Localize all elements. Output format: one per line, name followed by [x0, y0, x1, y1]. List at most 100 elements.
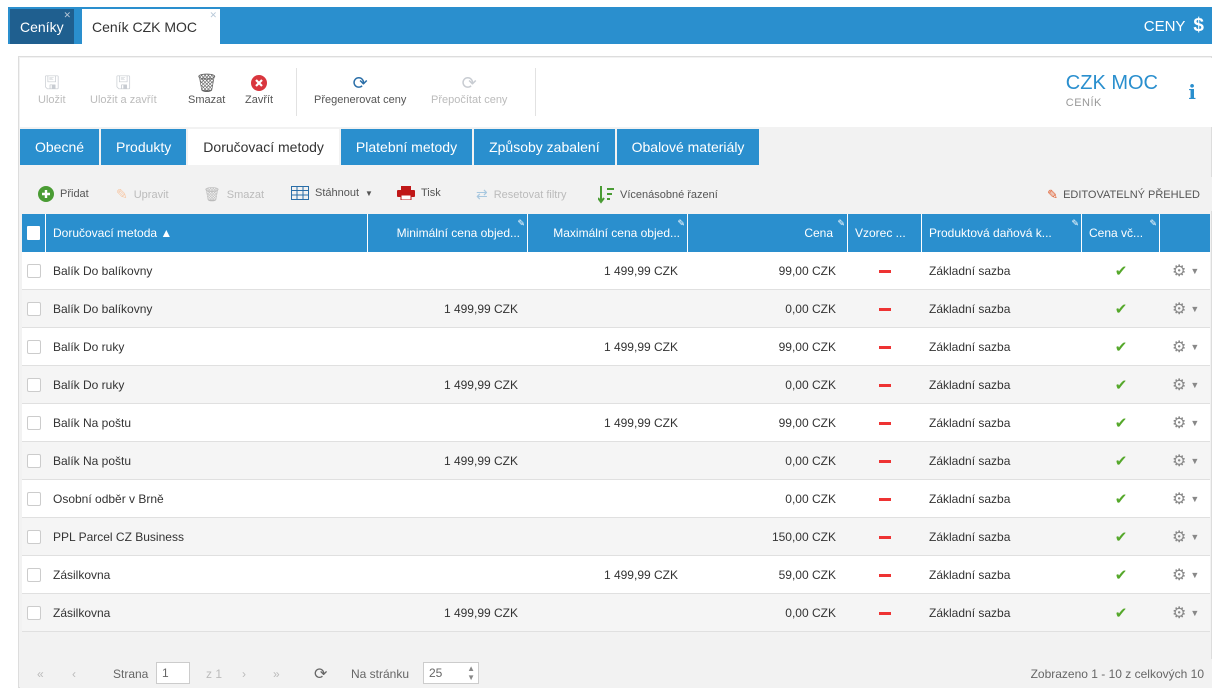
- caret-down-icon: ▼: [1190, 608, 1200, 618]
- tab-payment-methods[interactable]: Platební metody: [340, 129, 473, 165]
- regenerate-prices-button[interactable]: ⟳ Přegenerovat ceny: [314, 72, 406, 106]
- tab-products[interactable]: Produkty: [101, 129, 187, 165]
- table-row[interactable]: Balík Na poštu 1 499,99 CZK 99,00 CZK Zákla…: [22, 404, 1210, 442]
- column-header-min-order-price[interactable]: Minimální cena objed... ✎: [368, 214, 528, 252]
- cell-delivery-method: Balík Do ruky: [53, 340, 125, 354]
- table-row[interactable]: Osobní odběr v Brně 0,00 CZK Základní sazb…: [22, 480, 1210, 518]
- column-header-price-incl-vat[interactable]: Cena vč... ✎: [1082, 214, 1160, 252]
- cell-tax-category: Základní sazba: [929, 302, 1011, 316]
- cell-price: 0,00 CZK: [785, 492, 836, 506]
- close-icon[interactable]: ✕: [63, 10, 71, 21]
- cell-max-order-price: [528, 594, 688, 632]
- pencil-icon: ✎: [677, 218, 685, 228]
- tab-general[interactable]: Obecné: [20, 129, 100, 165]
- delete-button[interactable]: 🗑 Smazat: [203, 186, 264, 203]
- close-button[interactable]: Zavřít: [245, 72, 273, 106]
- record-title: CZK MOC CENÍK: [1066, 72, 1158, 109]
- table-row[interactable]: Zásilkovna 1 499,99 CZK 59,00 CZK Základní …: [22, 556, 1210, 594]
- row-checkbox[interactable]: [22, 366, 46, 404]
- save-and-close-button[interactable]: 🖫 Uložit a zavřít: [90, 72, 157, 106]
- gear-icon: ⚙: [1172, 491, 1187, 508]
- pencil-icon: ✎: [1071, 218, 1079, 228]
- cell-formula: [848, 518, 922, 556]
- tab-price-list-czk-moc[interactable]: Ceník CZK MOC ✕: [82, 9, 220, 44]
- info-icon[interactable]: i: [1188, 80, 1196, 104]
- cell-max-order-price: [528, 480, 688, 518]
- row-checkbox[interactable]: [22, 290, 46, 328]
- cell-tax-category: Základní sazba: [929, 492, 1011, 506]
- tab-price-lists[interactable]: Ceníky ✕: [10, 9, 74, 44]
- page-input[interactable]: 1: [156, 662, 190, 684]
- column-header-tax-category[interactable]: Produktová daňová k... ✎: [922, 214, 1082, 252]
- tab-packaging-methods[interactable]: Způsoby zabalení: [474, 129, 615, 165]
- row-actions-button[interactable]: ⚙ ▼: [1160, 480, 1210, 518]
- cell-formula: [848, 366, 922, 404]
- row-actions-button[interactable]: ⚙ ▼: [1160, 556, 1210, 594]
- column-header-formula[interactable]: Vzorec ...: [848, 214, 922, 252]
- row-checkbox[interactable]: [22, 252, 46, 290]
- editable-view-link[interactable]: ✎ EDITOVATELNÝ PŘEHLED: [1047, 187, 1200, 203]
- column-header-price[interactable]: Cena ✎: [688, 214, 848, 252]
- row-checkbox[interactable]: [22, 404, 46, 442]
- cell-formula: [848, 442, 922, 480]
- spinner-arrows-icon[interactable]: ▲ ▼: [467, 664, 475, 682]
- row-checkbox[interactable]: [22, 328, 46, 366]
- cell-min-order-price: 1 499,99 CZK: [443, 302, 518, 316]
- cell-delivery-method: Osobní odběr v Brně: [53, 492, 164, 506]
- table-row[interactable]: Balík Do balíkovny 1 499,99 CZK 0,00 CZK Zá…: [22, 290, 1210, 328]
- caret-down-icon: ▼: [1190, 342, 1200, 352]
- cell-price-incl-vat: ✔: [1082, 290, 1160, 328]
- table-row[interactable]: Balík Do ruky 1 499,99 CZK 0,00 CZK Základn…: [22, 366, 1210, 404]
- table-row[interactable]: Balík Do balíkovny 1 499,99 CZK 99,00 CZK Z…: [22, 252, 1210, 290]
- download-button[interactable]: Stáhnout ▼: [291, 186, 373, 200]
- cell-price: 0,00 CZK: [785, 454, 836, 468]
- cell-price: 0,00 CZK: [785, 606, 836, 620]
- multi-sort-button[interactable]: Vícenásobné řazení: [598, 186, 718, 204]
- row-actions-button[interactable]: ⚙ ▼: [1160, 366, 1210, 404]
- table-row[interactable]: PPL Parcel CZ Business 150,00 CZK Základní…: [22, 518, 1210, 556]
- previous-page-icon[interactable]: ‹: [72, 667, 76, 681]
- row-checkbox[interactable]: [22, 556, 46, 594]
- tab-packaging-materials[interactable]: Obalové materiály: [616, 129, 760, 165]
- cell-price-incl-vat: ✔: [1082, 594, 1160, 632]
- row-actions-button[interactable]: ⚙ ▼: [1160, 442, 1210, 480]
- per-page-spinner[interactable]: 25 ▲ ▼: [423, 662, 479, 684]
- cell-formula: [848, 290, 922, 328]
- row-actions-button[interactable]: ⚙ ▼: [1160, 328, 1210, 366]
- divider: [296, 68, 297, 116]
- table-row[interactable]: Balík Na poštu 1 499,99 CZK 0,00 CZK Základ…: [22, 442, 1210, 480]
- row-actions-button[interactable]: ⚙ ▼: [1160, 404, 1210, 442]
- cell-formula: [848, 480, 922, 518]
- table-row[interactable]: Zásilkovna 1 499,99 CZK 0,00 CZK Základní s…: [22, 594, 1210, 632]
- refresh-icon[interactable]: ⟳: [314, 664, 327, 684]
- save-button[interactable]: 🖫 Uložit: [38, 72, 66, 106]
- tab-delivery-methods[interactable]: Doručovací metody: [188, 129, 339, 165]
- record-name: CZK MOC: [1065, 72, 1158, 94]
- row-checkbox[interactable]: [22, 442, 46, 480]
- last-page-icon[interactable]: »: [273, 667, 280, 681]
- close-icon[interactable]: ✕: [209, 10, 217, 21]
- row-actions-button[interactable]: ⚙ ▼: [1160, 518, 1210, 556]
- column-header-max-order-price[interactable]: Maximální cena objed... ✎: [528, 214, 688, 252]
- next-page-icon[interactable]: ›: [242, 667, 246, 681]
- row-checkbox[interactable]: [22, 594, 46, 632]
- edit-button[interactable]: ✎ Upravit: [116, 186, 169, 203]
- delete-button[interactable]: 🗑 Smazat: [188, 72, 225, 106]
- row-actions-button[interactable]: ⚙ ▼: [1160, 594, 1210, 632]
- add-button[interactable]: Přidat: [38, 186, 89, 202]
- select-all-checkbox[interactable]: [22, 214, 46, 252]
- check-icon: ✔: [1114, 605, 1128, 622]
- row-checkbox[interactable]: [22, 518, 46, 556]
- top-tab-bar: Ceníky ✕ Ceník CZK MOC ✕ CENY $: [8, 7, 1212, 44]
- close-circle-icon: [251, 72, 268, 94]
- column-header-delivery-method[interactable]: Doručovací metoda ▲: [46, 214, 368, 252]
- cell-tax-category: Základní sazba: [929, 454, 1011, 468]
- first-page-icon[interactable]: «: [37, 667, 44, 681]
- reset-filters-button[interactable]: ⇄ Resetovat filtry: [476, 186, 566, 203]
- table-row[interactable]: Balík Do ruky 1 499,99 CZK 99,00 CZK Základ…: [22, 328, 1210, 366]
- row-checkbox[interactable]: [22, 480, 46, 518]
- row-actions-button[interactable]: ⚙ ▼: [1160, 252, 1210, 290]
- row-actions-button[interactable]: ⚙ ▼: [1160, 290, 1210, 328]
- print-button[interactable]: Tisk: [397, 186, 441, 200]
- recalculate-prices-button[interactable]: ⟳ Přepočítat ceny: [431, 72, 507, 106]
